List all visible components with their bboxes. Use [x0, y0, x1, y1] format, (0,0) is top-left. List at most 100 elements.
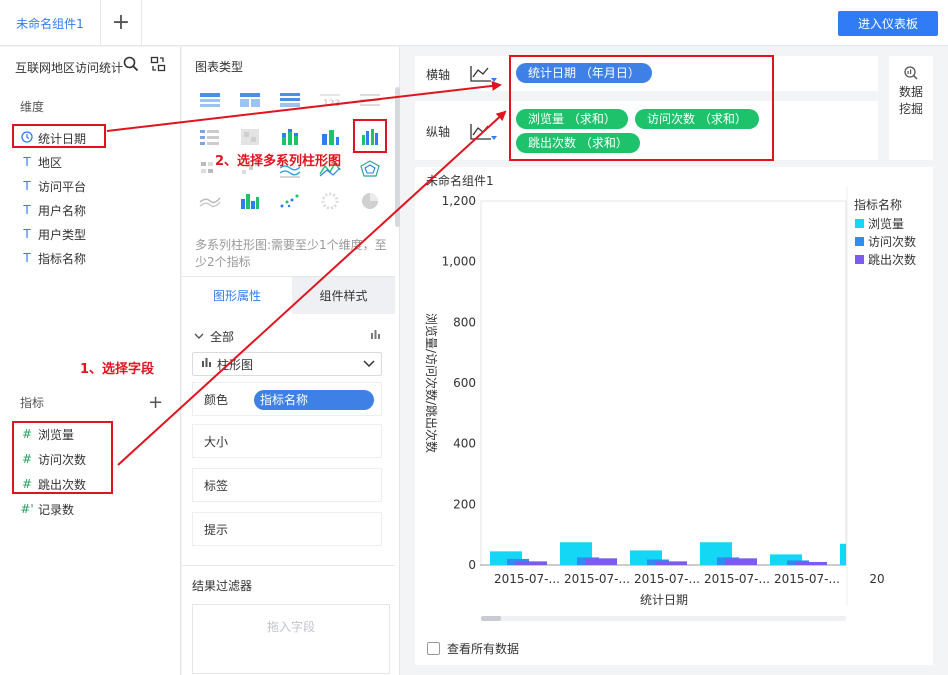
- plot-area: [480, 200, 847, 566]
- size-label: 大小: [204, 434, 229, 449]
- text-type-icon: T: [23, 251, 31, 265]
- bar-chart-icon[interactable]: [316, 125, 344, 149]
- y-axis-label: 纵轴: [426, 125, 451, 139]
- dimension-label: 指标名称: [38, 251, 87, 266]
- legend-swatch: [855, 255, 864, 264]
- divider: [182, 565, 395, 566]
- legend-swatch: [855, 219, 864, 228]
- pie-chart-icon[interactable]: [356, 189, 384, 213]
- color-property[interactable]: 颜色 指标名称: [192, 382, 382, 416]
- chart-type-scrollbar[interactable]: [395, 87, 400, 227]
- search-icon[interactable]: [123, 56, 139, 75]
- highlight-date-field: [12, 124, 106, 148]
- range-area-icon[interactable]: [196, 189, 224, 213]
- mining-icon: [904, 66, 918, 85]
- combo-bar-icon[interactable]: [236, 189, 264, 213]
- dataset-name: 互联网地区访问统计: [15, 61, 124, 75]
- data-mining-button[interactable]: 数据 挖掘: [889, 56, 933, 160]
- axis-chart-icon[interactable]: [469, 63, 497, 88]
- axis-chart-icon[interactable]: [469, 121, 497, 146]
- kpi-number-icon[interactable]: 123: [316, 89, 344, 113]
- horizontal-scrollbar-thumb: [481, 616, 501, 621]
- chart-types-title: 图表类型: [195, 60, 244, 74]
- heat-grid-icon[interactable]: [236, 125, 264, 149]
- tab-divider: [141, 0, 142, 46]
- color-field-pill[interactable]: 指标名称: [254, 390, 374, 410]
- highlight-chart-type: [353, 119, 387, 153]
- x-axis-label: 横轴: [426, 68, 451, 82]
- text-type-icon: T: [23, 179, 31, 193]
- filter-drop-zone[interactable]: 拖入字段: [192, 604, 390, 674]
- mining-label-2: 挖掘: [898, 102, 923, 116]
- dot-ring-icon[interactable]: [316, 189, 344, 213]
- chart-card: 未命名组件1 0 200 400 600 800 1,000 1,200 2015-07-..…: [415, 167, 933, 665]
- dimension-field-platform[interactable]: T 访问平台: [20, 176, 86, 196]
- scatter-plot-icon[interactable]: [276, 189, 304, 213]
- bar-type-icon: [370, 328, 382, 343]
- add-tab-button[interactable]: +: [102, 8, 140, 38]
- stacked-bar-icon[interactable]: [276, 125, 304, 149]
- view-all-label: 查看所有数据: [447, 642, 520, 656]
- tag-property[interactable]: 标签: [192, 468, 382, 502]
- chart-type-description: 多系列柱形图:需要至少1个维度，至少2个指标: [195, 238, 387, 269]
- metrics-title: 指标: [20, 396, 45, 410]
- bar-1: [840, 543, 846, 565]
- y-tick-label: 400: [453, 437, 476, 451]
- cross-table-icon[interactable]: [276, 89, 304, 113]
- legend-item: 访问次数: [868, 234, 916, 249]
- size-property[interactable]: 大小: [192, 424, 382, 458]
- y-axis-title: 浏览量/访问次数/跳出次数: [424, 313, 439, 453]
- tab-bar: 未命名组件1 + 进入仪表板: [0, 0, 948, 46]
- dimension-field-usertype[interactable]: T 用户类型: [20, 224, 86, 244]
- enter-dashboard-button[interactable]: 进入仪表板: [838, 11, 938, 36]
- table-chart-icon[interactable]: [196, 89, 224, 113]
- add-metric-button[interactable]: +: [148, 392, 163, 413]
- text-type-icon: T: [23, 155, 31, 169]
- y-tick-label: 0: [468, 558, 476, 572]
- y-tick-label: 800: [453, 315, 476, 329]
- dimension-field-region[interactable]: T 地区: [20, 152, 62, 172]
- bar-chart[interactable]: 0 200 400 600 800 1,000 1,200 2015-07-... 2015-0…: [415, 167, 933, 637]
- all-label: 全部: [210, 329, 235, 344]
- app-window: 未命名组件1 + 进入仪表板 互联网地区访问统计 维度 统计日期 T 地区 T …: [0, 0, 948, 675]
- legend-title: 指标名称: [854, 197, 902, 212]
- dimensions-title: 维度: [20, 100, 45, 114]
- grid-icon[interactable]: [196, 125, 224, 149]
- dimension-field-metricname[interactable]: T 指标名称: [20, 248, 86, 268]
- grouped-table-icon[interactable]: [236, 89, 264, 113]
- highlight-axis-fields: [509, 55, 774, 161]
- all-series-row[interactable]: 全部: [194, 326, 382, 346]
- color-label: 颜色: [204, 392, 229, 407]
- x-tick-label: 2015-07-...: [704, 572, 770, 586]
- tab-component-1[interactable]: 未命名组件1: [0, 0, 101, 46]
- switch-dataset-icon[interactable]: [150, 56, 166, 75]
- dimension-label: 访问平台: [38, 179, 87, 194]
- tab-component-style[interactable]: 组件样式: [292, 277, 395, 314]
- result-filter-title: 结果过滤器: [192, 579, 253, 593]
- dimension-field-username[interactable]: T 用户名称: [20, 200, 86, 220]
- checkbox[interactable]: [427, 642, 440, 655]
- chart-type-select[interactable]: 柱形图: [192, 352, 382, 376]
- tooltip-property[interactable]: 提示: [192, 512, 382, 546]
- dimension-label: 用户类型: [38, 227, 87, 242]
- bar-3: [515, 561, 547, 565]
- dimension-label: 用户名称: [38, 203, 87, 218]
- legend-swatch: [855, 237, 864, 246]
- x-tick-label: 2015-07-...: [774, 572, 840, 586]
- text-type-icon: T: [23, 227, 31, 241]
- x-tick-label: 2015-07-...: [494, 572, 560, 586]
- radar-chart-icon[interactable]: [356, 157, 384, 181]
- metric-field-records[interactable]: #' 记录数: [20, 499, 74, 519]
- chart-type-value: 柱形图: [217, 357, 254, 372]
- tooltip-label: 提示: [204, 522, 229, 537]
- svg-text:123: 123: [323, 99, 340, 109]
- dimension-label: 地区: [38, 155, 63, 170]
- x-tick-label: 2015-07-...: [564, 572, 630, 586]
- highlight-metric-fields: [12, 421, 113, 494]
- detail-table-icon[interactable]: [356, 89, 384, 113]
- legend-item: 跳出次数: [868, 252, 916, 267]
- text-type-icon: T: [23, 203, 31, 217]
- tab-graphic-properties[interactable]: 图形属性: [182, 277, 292, 314]
- step2-annotation: 2、选择多系列柱形图: [215, 154, 342, 169]
- view-all-data-toggle[interactable]: 查看所有数据: [427, 640, 519, 657]
